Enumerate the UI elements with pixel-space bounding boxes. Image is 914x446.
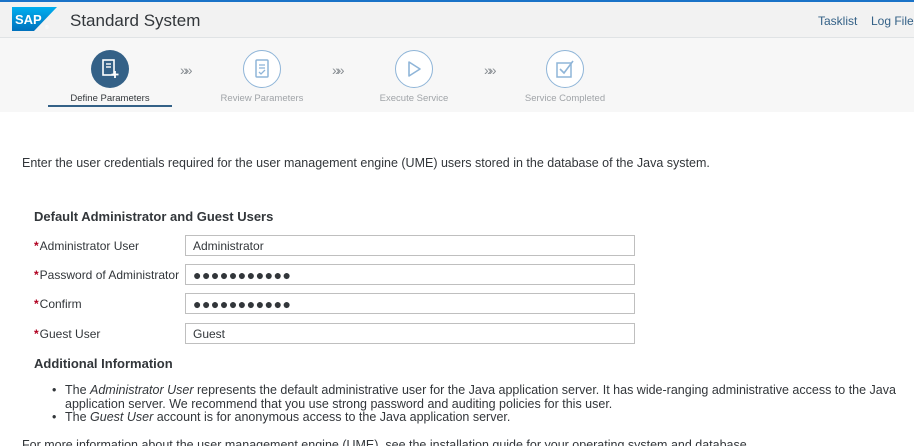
list-item: • The Guest User account is for anonymous… <box>52 410 511 424</box>
section-title-additional-info: Additional Information <box>34 356 173 371</box>
required-marker: * <box>34 327 39 341</box>
emphasized-term: Administrator User <box>90 383 194 397</box>
required-marker: * <box>34 297 39 311</box>
chevron-separator-icon: »» <box>484 62 496 78</box>
required-marker: * <box>34 239 39 253</box>
active-step-indicator <box>48 105 172 107</box>
tasklist-link[interactable]: Tasklist <box>818 14 857 28</box>
guest-user-input[interactable] <box>185 323 635 344</box>
confirm-password-input[interactable] <box>185 293 635 314</box>
confirm-password-label: *Confirm <box>34 297 82 311</box>
svg-text:SAP: SAP <box>15 12 42 27</box>
list-item: • The Administrator User represents the d… <box>52 383 896 411</box>
play-icon <box>395 50 433 88</box>
required-marker: * <box>34 268 39 282</box>
section-title-users: Default Administrator and Guest Users <box>34 209 274 224</box>
emphasized-term: Guest User <box>90 410 154 424</box>
administrator-password-input[interactable] <box>185 264 635 285</box>
app-title: Standard System <box>70 11 201 30</box>
bullet-icon: • <box>52 383 57 397</box>
log-files-link[interactable]: Log Files <box>871 14 914 28</box>
step-label: Define Parameters <box>70 93 150 104</box>
administrator-user-label: *Administrator User <box>34 239 140 253</box>
wizard-roadmap: Define Parameters »» Review Parameters »… <box>0 38 914 112</box>
step-review-parameters[interactable]: Review Parameters <box>192 50 332 104</box>
step-label: Execute Service <box>379 93 449 104</box>
checkbox-checked-icon <box>546 50 584 88</box>
sap-logo: SAP ® <box>12 7 57 31</box>
step-execute-service[interactable]: Execute Service <box>344 50 484 104</box>
administrator-password-label: *Password of Administrator <box>34 268 180 282</box>
more-info-text: For more information about the user mana… <box>22 438 751 446</box>
intro-text: Enter the user credentials required for … <box>22 156 710 170</box>
chevron-separator-icon: »» <box>332 62 344 78</box>
svg-text:®: ® <box>45 24 49 31</box>
edit-document-icon <box>91 50 129 88</box>
step-define-parameters[interactable]: Define Parameters <box>40 50 180 104</box>
info-list: • The Administrator User represents the d… <box>52 383 912 425</box>
guest-user-label: *Guest User <box>34 327 101 341</box>
review-document-icon <box>243 50 281 88</box>
step-label: Service Completed <box>524 93 606 104</box>
chevron-separator-icon: »» <box>180 62 192 78</box>
step-label: Review Parameters <box>220 93 304 104</box>
step-service-completed[interactable]: Service Completed <box>495 50 635 104</box>
bullet-icon: • <box>52 410 57 424</box>
administrator-user-input[interactable] <box>185 235 635 256</box>
shell-header: SAP ® Standard System Tasklist Log Files <box>0 0 914 38</box>
